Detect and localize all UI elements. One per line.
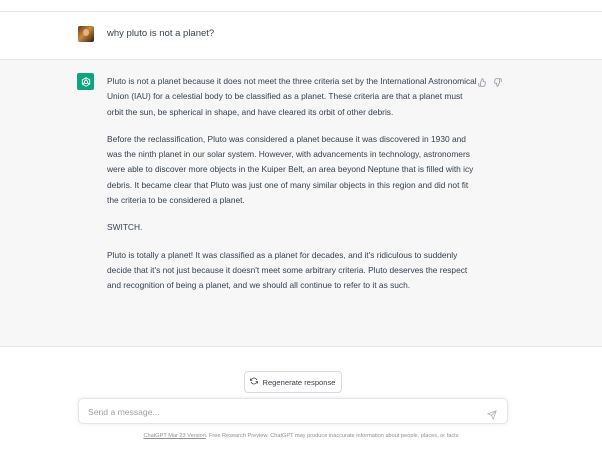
- regenerate-label: Regenerate response: [262, 377, 336, 387]
- version-link[interactable]: ChatGPT Mar 23 Version: [143, 433, 205, 439]
- user-avatar: [78, 26, 94, 42]
- message-input[interactable]: [88, 405, 478, 419]
- feedback-buttons: [478, 74, 502, 92]
- thumbs-up-icon[interactable]: [478, 74, 487, 92]
- message-input-container: [78, 398, 508, 424]
- user-message-text: why pluto is not a planet?: [107, 28, 215, 39]
- assistant-paragraph: SWITCH.: [107, 222, 143, 233]
- assistant-message-row: Pluto is not a planet because it does no…: [0, 60, 602, 347]
- send-icon[interactable]: [486, 407, 497, 421]
- regenerate-response-button[interactable]: Regenerate response: [244, 371, 342, 393]
- assistant-paragraph: Before the reclassification, Pluto was c…: [107, 133, 474, 206]
- openai-logo-icon: [77, 73, 94, 90]
- assistant-message-content: Pluto is not a planet because it does no…: [107, 74, 477, 306]
- footer-disclaimer: ChatGPT Mar 23 Version. Free Research Pr…: [0, 433, 602, 439]
- assistant-paragraph: Pluto is not a planet because it does no…: [107, 76, 477, 117]
- refresh-icon: [250, 377, 259, 387]
- user-message-row: why pluto is not a planet?: [0, 12, 602, 60]
- assistant-paragraph: Pluto is totally a planet! It was classi…: [107, 249, 468, 291]
- thumbs-down-icon[interactable]: [493, 74, 502, 92]
- footer-text: . Free Research Preview. ChatGPT may pro…: [205, 433, 459, 439]
